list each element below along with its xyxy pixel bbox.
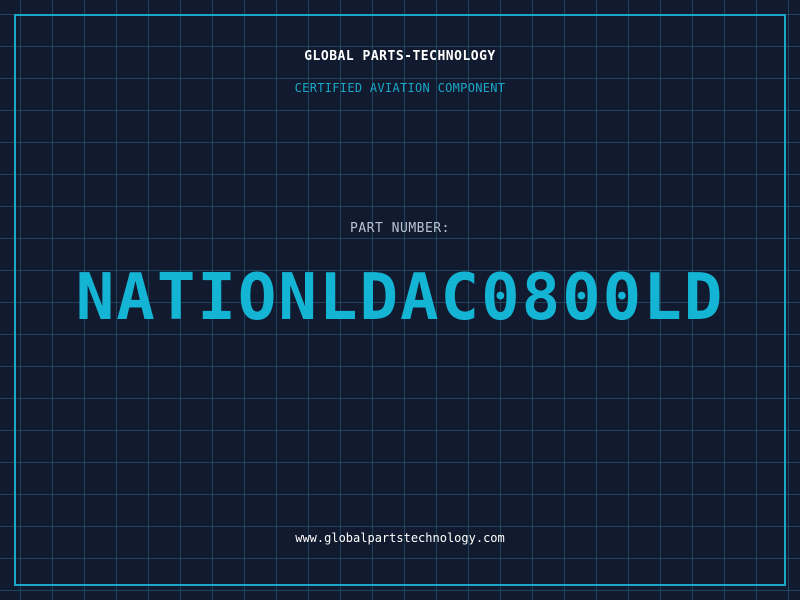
certification-tagline: CERTIFIED AVIATION COMPONENT: [294, 81, 506, 95]
label-canvas: GLOBAL PARTS-TECHNOLOGY CERTIFIED AVIATI…: [0, 0, 800, 600]
part-number-value: NATIONLDAC0800LD: [75, 261, 725, 335]
company-name: GLOBAL PARTS-TECHNOLOGY: [304, 49, 496, 64]
part-number-label: PART NUMBER:: [350, 221, 450, 236]
website-url: www.globalpartstechnology.com: [295, 531, 505, 545]
